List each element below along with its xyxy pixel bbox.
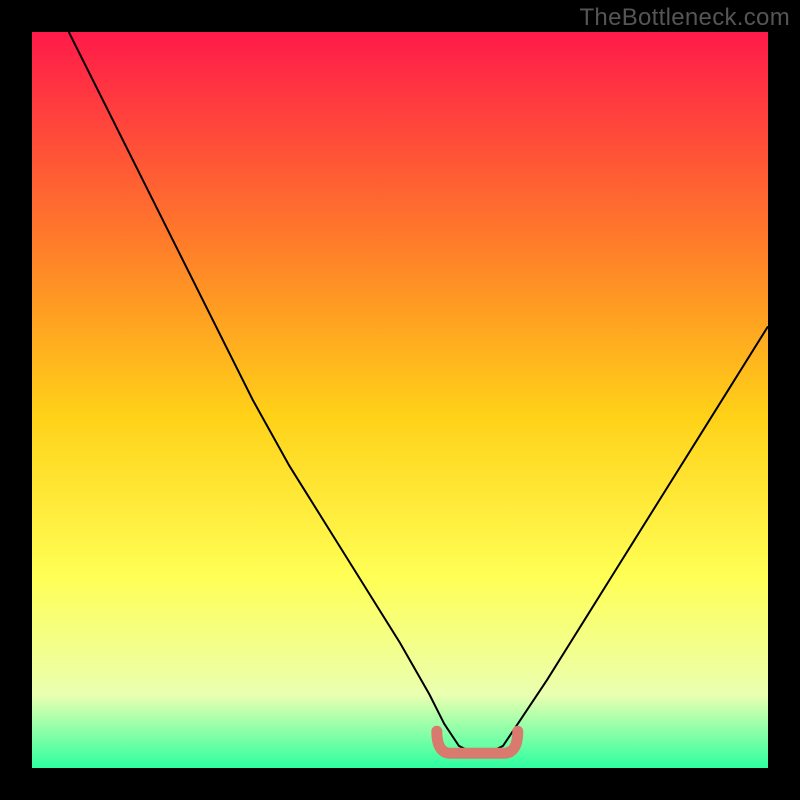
gradient-background (32, 32, 768, 768)
watermark-text: TheBottleneck.com (579, 4, 790, 32)
chart-frame: TheBottleneck.com (0, 0, 800, 800)
bottleneck-chart (32, 32, 768, 768)
